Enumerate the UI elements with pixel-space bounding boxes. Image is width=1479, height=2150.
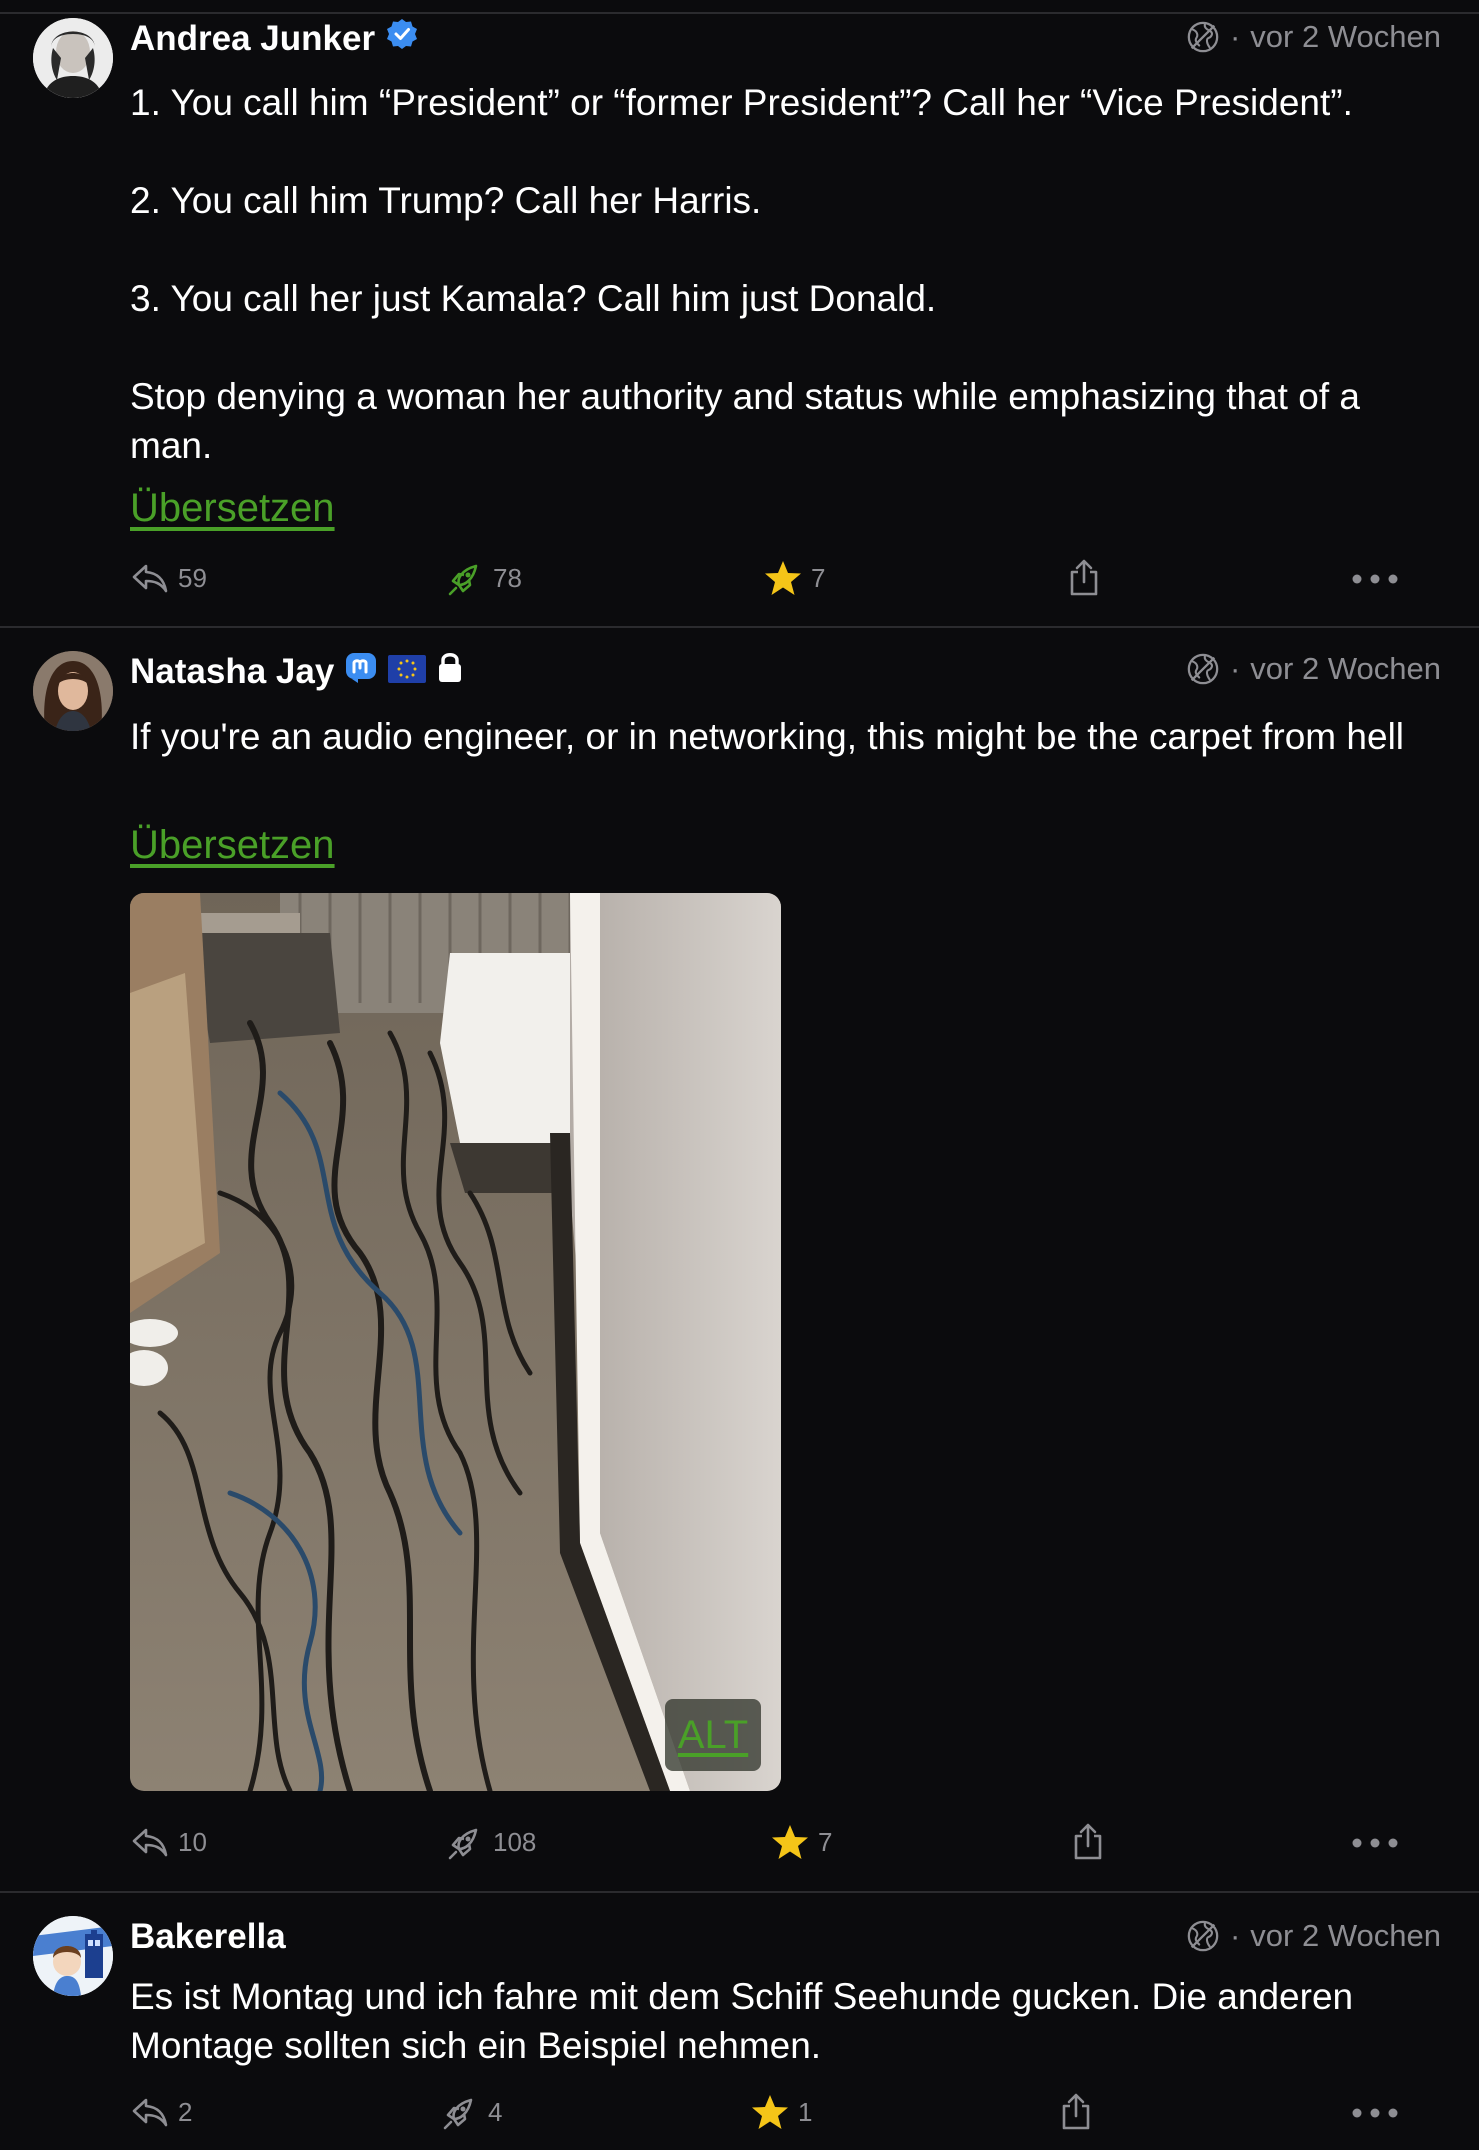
paragraph: 3. You call her just Kamala? Call him ju… [130, 278, 937, 319]
post-meta: · vor 2 Wochen [1186, 1918, 1441, 1954]
post-text: Es ist Montag und ich fahre mit dem Schi… [130, 1976, 1354, 2066]
reply-button[interactable]: 2 [130, 2092, 192, 2132]
paragraph: Stop denying a woman her authority and s… [130, 376, 1360, 466]
post-separator [0, 1891, 1479, 1893]
post-content: 1. You call him “President” or “former P… [130, 78, 1440, 470]
post-separator [0, 626, 1479, 628]
more-button[interactable] [1348, 570, 1402, 588]
share-icon [1064, 558, 1104, 598]
carpet-photo [130, 893, 781, 1791]
meta-dot: · [1229, 1918, 1241, 1953]
translate-link[interactable]: Übersetzen [130, 486, 335, 531]
action-bar: 10 108 7 [0, 1822, 1479, 1872]
avatar[interactable] [33, 18, 113, 98]
star-icon [763, 558, 803, 598]
lock-icon [436, 650, 464, 693]
globe-icon [1186, 20, 1220, 54]
reply-icon [130, 2092, 170, 2132]
more-icon [1348, 1834, 1402, 1852]
top-separator [0, 0, 1479, 14]
globe-icon [1186, 1919, 1220, 1953]
action-bar: 59 78 7 [0, 558, 1479, 608]
more-button[interactable] [1348, 1834, 1402, 1852]
reply-count: 2 [178, 2096, 193, 2127]
post-time[interactable]: vor 2 Wochen [1250, 651, 1441, 687]
post-time[interactable]: vor 2 Wochen [1250, 19, 1441, 55]
share-button[interactable] [1068, 1822, 1108, 1862]
reply-button[interactable]: 59 [130, 558, 207, 598]
boost-button[interactable]: 4 [440, 2092, 502, 2132]
share-button[interactable] [1056, 2092, 1096, 2132]
post-content: If you're an audio engineer, or in netwo… [130, 712, 1440, 761]
meta-dot: · [1229, 651, 1241, 686]
share-icon [1056, 2092, 1096, 2132]
post-content: Es ist Montag und ich fahre mit dem Schi… [130, 1972, 1440, 2070]
boost-count: 108 [493, 1826, 537, 1857]
paragraph: 2. You call him Trump? Call her Harris. [130, 180, 762, 221]
boost-icon [445, 558, 485, 598]
meta-dot: · [1229, 19, 1241, 54]
favourite-count: 7 [811, 562, 826, 593]
reply-button[interactable]: 10 [130, 1822, 207, 1862]
boost-count: 4 [488, 2096, 503, 2127]
boost-icon [445, 1822, 485, 1862]
alt-badge[interactable]: ALT [665, 1699, 761, 1771]
star-icon [770, 1822, 810, 1862]
author-name-row[interactable]: Natasha Jay [130, 650, 464, 693]
share-button[interactable] [1064, 558, 1104, 598]
reply-icon [130, 1822, 170, 1862]
post-text: If you're an audio engineer, or in netwo… [130, 716, 1405, 757]
post-time[interactable]: vor 2 Wochen [1250, 1918, 1441, 1954]
eu-flag-icon [388, 652, 427, 692]
post-meta: · vor 2 Wochen [1186, 19, 1441, 55]
post-meta: · vor 2 Wochen [1186, 651, 1441, 687]
more-icon [1348, 570, 1402, 588]
avatar[interactable] [33, 1916, 113, 1996]
mastodon-icon [344, 650, 378, 693]
more-button[interactable] [1348, 2104, 1402, 2122]
paragraph: 1. You call him “President” or “former P… [130, 82, 1353, 123]
boost-icon [440, 2092, 480, 2132]
boost-button[interactable]: 108 [445, 1822, 536, 1862]
author-name-row[interactable]: Andrea Junker [130, 17, 419, 60]
boost-count: 78 [493, 562, 522, 593]
favourite-count: 1 [798, 2096, 813, 2127]
star-icon [750, 2092, 790, 2132]
favourite-button[interactable]: 1 [750, 2092, 812, 2132]
author-name[interactable]: Andrea Junker [130, 19, 375, 59]
action-bar: 2 4 1 [0, 2092, 1479, 2142]
favourite-button[interactable]: 7 [770, 1822, 832, 1862]
reply-icon [130, 558, 170, 598]
favourite-button[interactable]: 7 [763, 558, 825, 598]
translate-link[interactable]: Übersetzen [130, 823, 335, 868]
more-icon [1348, 2104, 1402, 2122]
avatar[interactable] [33, 651, 113, 731]
author-name-row[interactable]: Bakerella [130, 1917, 286, 1957]
author-name[interactable]: Bakerella [130, 1917, 286, 1957]
reply-count: 59 [178, 562, 207, 593]
favourite-count: 7 [818, 1826, 833, 1857]
share-icon [1068, 1822, 1108, 1862]
reply-count: 10 [178, 1826, 207, 1857]
verified-icon [385, 17, 419, 60]
boost-button[interactable]: 78 [445, 558, 522, 598]
author-name[interactable]: Natasha Jay [130, 652, 334, 692]
globe-icon [1186, 652, 1220, 686]
media-attachment[interactable]: ALT [130, 893, 781, 1791]
